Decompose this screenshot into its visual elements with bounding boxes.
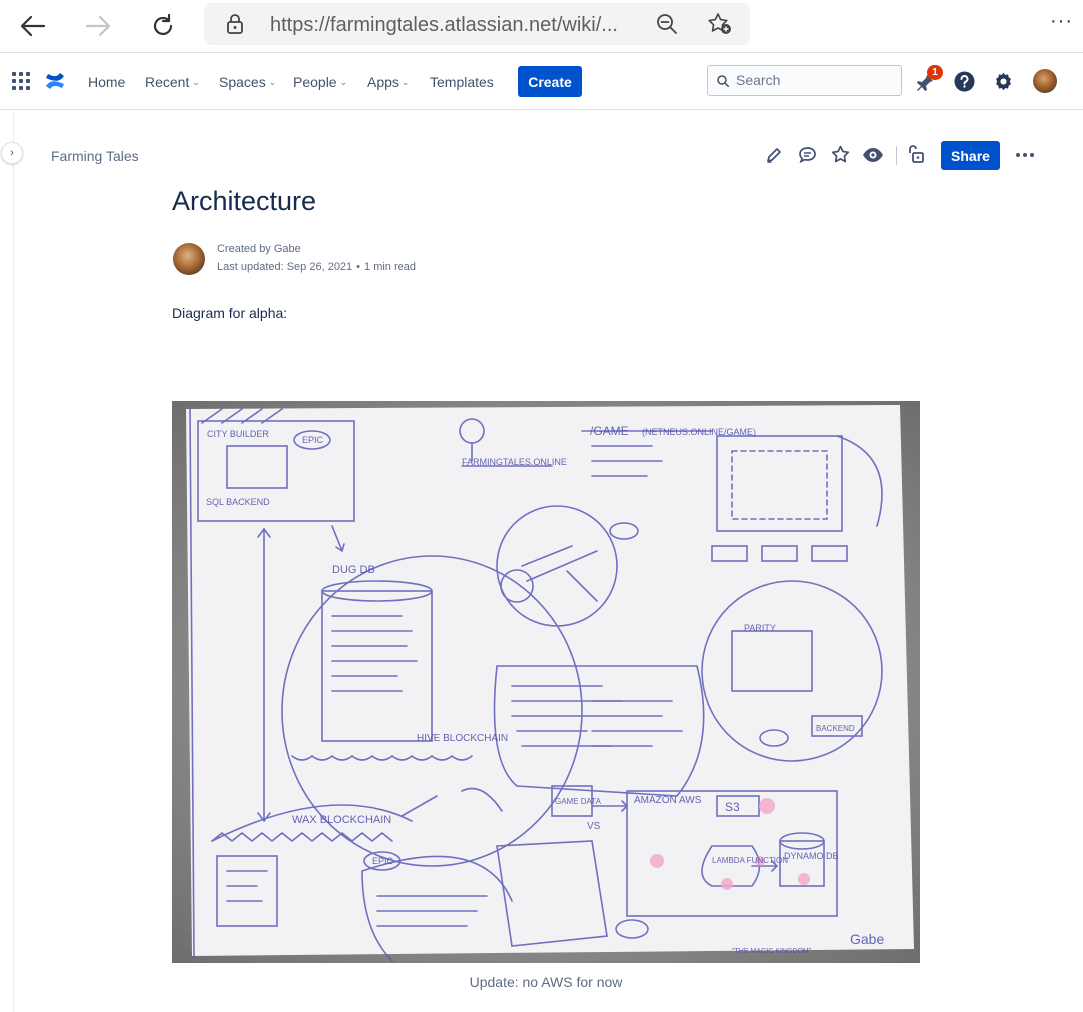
nav-spaces[interactable]: Spaces ⌄ [219, 74, 276, 90]
expand-sidebar-button[interactable]: › [1, 142, 23, 164]
author-avatar[interactable] [173, 243, 205, 275]
diagram-label: DUG DB [332, 564, 375, 576]
diagram-label: EPIC [372, 856, 394, 866]
edit-pencil-icon[interactable] [765, 146, 783, 164]
chevron-down-icon: ⌄ [401, 77, 410, 87]
zoom-out-icon[interactable] [656, 13, 678, 35]
diagram-label: "THE MAGIC KINGDOM" [732, 948, 812, 955]
diagram-label: PARITY [744, 623, 776, 633]
refresh-icon[interactable] [145, 8, 181, 44]
diagram-label: FARMINGTALES.ONLINE [462, 457, 567, 467]
nav-recent[interactable]: Recent ⌄ [145, 74, 200, 90]
read-time: 1 min read [364, 261, 417, 273]
restrictions-unlock-icon[interactable] [907, 144, 925, 164]
diagram-label: S3 [725, 800, 740, 814]
browser-toolbar: https://farmingtales.atlassian.net/wiki/… [0, 0, 1083, 53]
search-input[interactable] [736, 71, 886, 89]
more-actions-icon[interactable] [1015, 152, 1035, 158]
diagram-label: HIVE BLOCKCHAIN [417, 733, 508, 744]
comment-icon[interactable] [798, 146, 817, 164]
url-text: https://farmingtales.atlassian.net/wiki/… [270, 14, 618, 36]
last-updated[interactable]: Last updated: Sep 26, 2021 [217, 261, 352, 273]
chevron-down-icon: ⌄ [192, 77, 200, 87]
chevron-down-icon: ⌄ [339, 77, 348, 87]
settings-gear-icon[interactable] [993, 71, 1014, 92]
create-button[interactable]: Create [518, 66, 582, 97]
diagram-label: /GAME [590, 424, 629, 438]
help-icon[interactable] [954, 71, 975, 92]
diagram-label: AMAZON AWS [634, 795, 702, 806]
search-icon [717, 75, 729, 87]
diagram-label: GAME DATA [555, 797, 602, 806]
browser-menu-button[interactable]: ··· [1050, 10, 1073, 33]
star-icon[interactable] [831, 145, 850, 164]
diagram-label: BACKEND [816, 724, 855, 733]
diagram-label: Gabe [850, 931, 884, 947]
diagram-label: SQL BACKEND [206, 497, 270, 507]
architecture-diagram-image[interactable]: CITY BUILDER EPIC SQL BACKEND FARMINGTAL… [172, 401, 920, 963]
nav-apps[interactable]: Apps ⌄ [367, 74, 409, 90]
diagram-label: VS [587, 821, 601, 832]
forward-arrow-icon[interactable] [80, 8, 116, 44]
sidebar-divider [13, 110, 14, 1012]
add-favorite-icon[interactable] [707, 12, 733, 36]
app-switcher-icon[interactable] [12, 72, 30, 90]
address-bar[interactable]: https://farmingtales.atlassian.net/wiki/… [204, 3, 750, 45]
diagram-label: LAMBDA FUNCTION [712, 856, 788, 865]
chevron-down-icon: ⌄ [268, 77, 277, 87]
breadcrumb-space[interactable]: Farming Tales [51, 148, 139, 164]
share-button[interactable]: Share [941, 141, 1000, 170]
diagram-label: CITY BUILDER [207, 429, 269, 439]
nav-templates[interactable]: Templates [430, 74, 494, 90]
notification-badge: 1 [927, 65, 943, 80]
page-metadata: Last updated: Sep 26, 2021 • 1 min read [217, 261, 416, 273]
diagram-label: DYNAMO DB [784, 851, 839, 861]
profile-avatar[interactable] [1033, 69, 1057, 93]
chevron-right-icon: › [10, 147, 14, 159]
diagram-label: WAX BLOCKCHAIN [292, 814, 391, 826]
intro-paragraph: Diagram for alpha: [172, 305, 288, 321]
lock-icon [227, 14, 243, 34]
diagram-label: EPIC [302, 435, 324, 445]
confluence-top-nav: Home Recent ⌄ Spaces ⌄ People ⌄ Apps ⌄ Templ… [0, 53, 1083, 110]
image-caption: Update: no AWS for now [469, 974, 623, 990]
confluence-logo-icon[interactable] [44, 70, 66, 92]
metadata-separator: • [356, 261, 361, 273]
nav-home[interactable]: Home [88, 74, 125, 90]
back-arrow-icon[interactable] [15, 8, 51, 44]
created-by: Created by Gabe [217, 243, 301, 255]
watch-eye-icon[interactable] [862, 146, 884, 164]
nav-people[interactable]: People ⌄ [293, 74, 347, 90]
diagram-label: (NETNEUS.ONLINE/GAME) [642, 427, 756, 437]
toolbar-divider [896, 146, 897, 165]
page-title: Architecture [172, 186, 317, 216]
search-box[interactable] [707, 65, 902, 96]
